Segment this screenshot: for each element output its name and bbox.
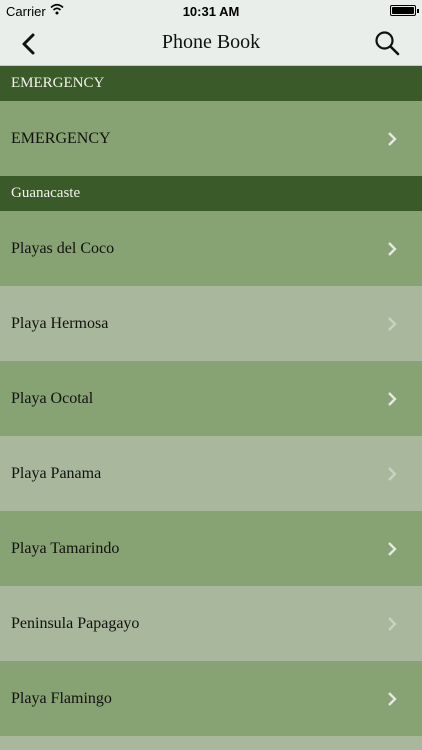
navigation-bar: Phone Book (0, 22, 422, 66)
list-item-label: Playa Flamingo (11, 690, 112, 707)
list-item[interactable]: Playa Ocotal (0, 361, 422, 436)
list-item[interactable]: Playa Panama (0, 436, 422, 511)
section-header-guanacaste: Guanacaste (0, 176, 422, 211)
list-item[interactable]: EMERGENCY (0, 101, 422, 176)
chevron-right-icon (388, 542, 397, 556)
clock: 10:31 AM (182, 4, 240, 19)
list-item[interactable]: Playa Tamarindo (0, 511, 422, 586)
chevron-right-icon (388, 242, 397, 256)
phone-book-list: EMERGENCY EMERGENCY Guanacaste Playas de… (0, 66, 422, 736)
status-bar: Carrier 10:31 AM (0, 0, 422, 22)
section-header-emergency: EMERGENCY (0, 66, 422, 101)
page-title: Phone Book (161, 31, 261, 53)
search-button[interactable] (374, 30, 400, 56)
chevron-right-icon (388, 467, 397, 481)
list-item-label: Playa Hermosa (11, 315, 109, 332)
chevron-right-icon (388, 392, 397, 406)
list-item-label: Playa Ocotal (11, 390, 94, 407)
list-item[interactable]: Peninsula Papagayo (0, 586, 422, 661)
chevron-right-icon (388, 132, 397, 146)
chevron-right-icon (388, 692, 397, 706)
list-item-label: Playas del Coco (11, 240, 115, 257)
list-item[interactable]: Playa Flamingo (0, 661, 422, 736)
chevron-right-icon (388, 317, 397, 331)
list-item-label: Playa Tamarindo (11, 540, 120, 557)
list-item-label: EMERGENCY (11, 130, 111, 147)
chevron-right-icon (388, 617, 397, 631)
list-item[interactable]: Playa Hermosa (0, 286, 422, 361)
list-item[interactable]: Playas del Coco (0, 211, 422, 286)
battery-icon (390, 5, 419, 16)
list-item-label: Peninsula Papagayo (11, 615, 140, 632)
list-item-label: Playa Panama (11, 465, 102, 482)
